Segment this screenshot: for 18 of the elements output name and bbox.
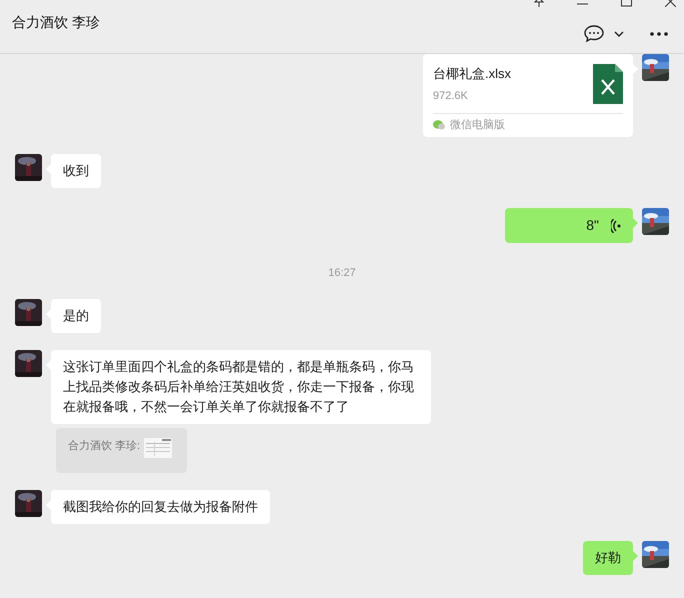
- chevron-down-icon[interactable]: [614, 30, 624, 36]
- timestamp: 16:27: [328, 266, 356, 281]
- file-card[interactable]: 台椰礼盒.xlsx 972.6K 微信电脑版: [423, 54, 633, 137]
- wechat-icon: [433, 120, 445, 130]
- spreadsheet-file-icon: [593, 64, 623, 104]
- voice-message[interactable]: 8": [505, 208, 633, 243]
- message-bubble: 好勒: [583, 540, 633, 574]
- window-title: 合力酒饮 李珍: [12, 13, 100, 32]
- file-size: 972.6K: [433, 89, 469, 104]
- voice-wave-icon: [611, 218, 621, 232]
- file-source: 微信电脑版: [450, 118, 505, 132]
- chat-bubble-icon[interactable]: [584, 24, 604, 42]
- more-icon[interactable]: [650, 32, 668, 36]
- message-bubble: 这张订单里面四个礼盒的条码都是错的，都是单瓶条码，你马上找品类修改条码后补单给汪英姐收货，你走一下报备，你现在就报备哦，不然一会订单关单了你就报备不了了: [51, 350, 431, 424]
- message-bubble: 收到: [51, 154, 101, 188]
- message-bubble: 截图我给你的回复去做为报备附件: [51, 490, 270, 524]
- message-bubble: 是的: [51, 298, 101, 332]
- file-name: 台椰礼盒.xlsx: [433, 65, 511, 83]
